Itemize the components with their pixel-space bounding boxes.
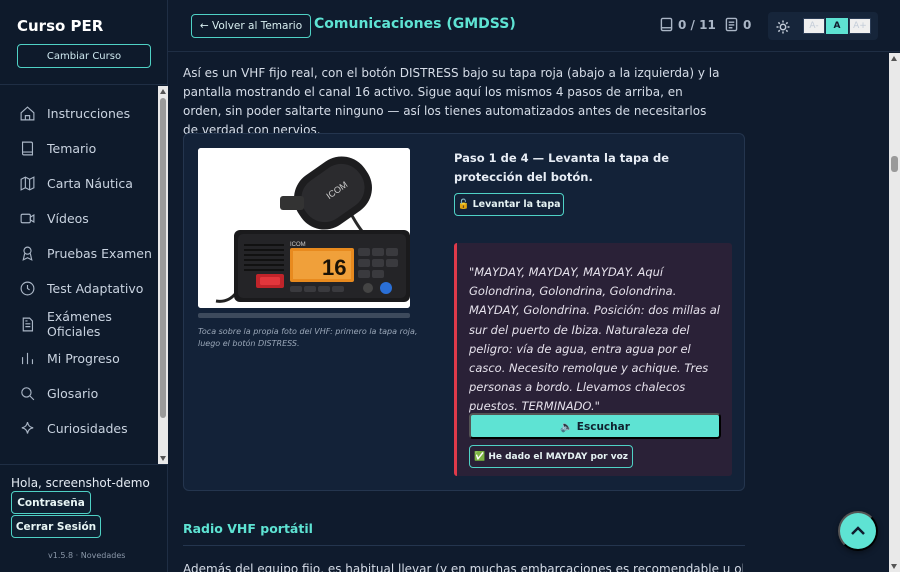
display-controls: A- A A+ [768,12,878,40]
photo-progress-bar [198,313,410,318]
sidebar-item-mi-progreso[interactable]: Mi Progreso [0,341,158,376]
font-increase-button[interactable]: A+ [849,18,871,34]
notes-counter: 0 [725,17,751,32]
password-button[interactable]: Contraseña [11,491,91,514]
sidebar-scrollbar[interactable] [158,86,168,464]
font-decrease-button[interactable]: A- [803,18,825,34]
sidebar-item-label: Pruebas Examen [47,246,152,261]
section-heading: Radio VHF portátil [183,521,313,536]
sidebar-item-instrucciones[interactable]: Instrucciones [0,96,158,131]
sidebar-item-videos[interactable]: Vídeos [0,201,158,236]
video-icon [19,210,36,227]
notes-count: 0 [743,17,752,32]
scroll-up-arrow[interactable] [160,89,166,94]
back-to-syllabus-button[interactable]: ← Volver al Temario [191,14,311,38]
scroll-down-arrow[interactable] [160,456,166,461]
scroll-down-arrow[interactable] [891,564,897,569]
sidebar-item-label: Instrucciones [47,106,131,121]
divider [0,84,168,85]
main-content: Así es un VHF fijo real, con el botón DI… [168,53,889,572]
page-title: Comunicaciones (GMDSS) [314,16,516,32]
sidebar-item-label: Carta Náutica [47,176,133,191]
vhf-radio-photo[interactable]: ICOM ICOM 16 [198,148,410,308]
mayday-script-text: "MAYDAY, MAYDAY, MAYDAY. Aquí Golondrina… [469,265,720,414]
top-header: ← Volver al Temario Comunicaciones (GMDS… [168,0,900,52]
sparkle-icon [19,420,36,437]
sidebar-item-glosario[interactable]: Glosario [0,376,158,411]
step-title: Paso 1 de 4 — Levanta la tapa de protecc… [454,151,670,184]
change-course-button[interactable]: Cambiar Curso [17,44,151,68]
brand-title: Curso PER [17,17,104,35]
divider [0,464,168,465]
progress-counter: 0 / 11 [660,17,716,32]
award-icon [19,245,36,262]
font-normal-button[interactable]: A [826,18,848,34]
vhf-simulator-card: ICOM ICOM 16 Toca sobre la propia foto d… [183,133,745,491]
sidebar-nav: Instrucciones Temario Carta Náutica Víde… [0,96,158,446]
photo-caption: Toca sobre la propia foto del VHF: prime… [198,327,418,348]
logout-button[interactable]: Cerrar Sesión [11,515,101,538]
sidebar: Curso PER Cambiar Curso Instrucciones Te… [0,0,168,572]
sidebar-item-temario[interactable]: Temario [0,131,158,166]
home-icon [19,105,36,122]
section-paragraph: Además del equipo fijo, es habitual llev… [183,562,743,572]
sidebar-item-test-adaptativo[interactable]: Test Adaptativo [0,271,158,306]
user-greeting: Hola, screenshot-demo [11,476,150,490]
document-icon [19,316,36,333]
lift-lid-button[interactable]: 🔓 Levantar la tapa [454,193,564,216]
vhf-radio-illustration: ICOM ICOM 16 [198,148,410,308]
sidebar-item-label: Temario [47,141,97,156]
sidebar-item-label: Curiosidades [47,421,128,436]
bar-chart-icon [19,350,36,367]
sidebar-item-label: Vídeos [47,211,89,226]
radio-brand-label: ICOM [290,242,306,248]
scroll-to-top-button[interactable] [838,511,878,551]
main-scrollbar[interactable] [889,53,900,572]
sidebar-item-label: Test Adaptativo [47,281,144,296]
version-link[interactable]: v1.5.8 · Novedades [48,551,125,560]
mayday-script-box: "MAYDAY, MAYDAY, MAYDAY. Aquí Golondrina… [454,243,732,476]
listen-button[interactable]: 🔈 Escuchar [469,413,721,439]
map-icon [19,175,36,192]
scroll-thumb[interactable] [891,156,898,172]
divider [183,545,745,546]
scroll-up-arrow[interactable] [891,56,897,61]
sidebar-item-curiosidades[interactable]: Curiosidades [0,411,158,446]
sidebar-item-examenes-oficiales[interactable]: Exámenes Oficiales [0,304,158,344]
sidebar-item-pruebas-examen[interactable]: Pruebas Examen [0,236,158,271]
notes-icon [725,17,738,32]
sidebar-item-label: Glosario [47,386,99,401]
clock-icon [19,280,36,297]
sidebar-item-label: Exámenes Oficiales [47,309,112,339]
sidebar-item-label: Mi Progreso [47,351,120,366]
chevron-up-icon [851,526,865,535]
sidebar-item-carta-nautica[interactable]: Carta Náutica [0,166,158,201]
progress-count: 0 / 11 [678,17,716,32]
scroll-thumb[interactable] [160,98,166,418]
theme-toggle-icon[interactable] [776,19,790,34]
mayday-done-button[interactable]: ✅ He dado el MAYDAY por voz [469,445,633,468]
channel-display: 16 [322,255,346,280]
book-icon [660,17,673,32]
intro-paragraph: Así es un VHF fijo real, con el botón DI… [183,66,720,137]
search-icon [19,385,36,402]
book-icon [19,140,36,157]
